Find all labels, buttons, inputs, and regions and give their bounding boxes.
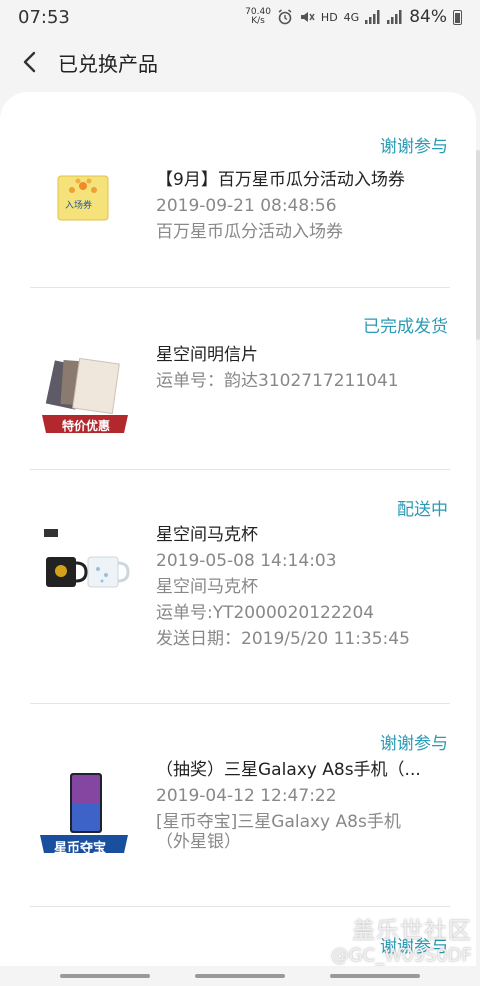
hd-label: HD: [320, 10, 338, 24]
nav-recents-button[interactable]: [60, 974, 150, 978]
signal-icon-2: [387, 10, 402, 24]
status-bar: 07:53 70.40 K/s HD 4G 84%: [0, 0, 480, 34]
watermark: 盖乐世社区 @GC_W09S0DF: [331, 911, 472, 966]
status-icons: 70.40 K/s HD 4G 84%: [245, 7, 462, 27]
product-title: 星空间明信片: [156, 345, 258, 365]
watermark-brand: 盖乐世社区: [352, 918, 472, 944]
order-description: 星空间马克杯: [156, 577, 258, 597]
product-title: 【9月】百万星币瓜分活动入场券: [156, 170, 405, 190]
navigation-bar: [0, 966, 480, 986]
order-item[interactable]: 谢谢参与 入场券 【9月】百万星币瓜分活动入场券 2019-09-21 08:4…: [30, 92, 450, 288]
network-type-label: 4G: [343, 10, 360, 24]
order-status: 谢谢参与: [380, 137, 448, 157]
nav-home-button[interactable]: [195, 974, 285, 978]
order-info: 星空间明信片 运单号：韵达3102717211041: [156, 342, 450, 394]
order-info: （抽奖）三星Galaxy A8s手机（... 2019-04-12 12:47:…: [156, 757, 450, 855]
mug-image: [44, 529, 130, 588]
order-list[interactable]: 谢谢参与 入场券 【9月】百万星币瓜分活动入场券 2019-09-21 08:4…: [0, 92, 476, 970]
ticket-label: 入场券: [65, 201, 93, 211]
promo-badge: 特价优惠: [62, 419, 111, 433]
product-thumbnail: 特价优惠: [40, 357, 130, 447]
product-thumbnail: 星币夺宝: [40, 769, 130, 859]
tracking-number: 运单号:YT2000020122204: [156, 603, 375, 623]
alarm-icon: [278, 9, 292, 25]
ship-date: 发送日期：2019/5/20 11:35:45: [156, 629, 410, 649]
status-time: 07:53: [18, 6, 70, 28]
order-status: 配送中: [397, 500, 448, 520]
order-time: 2019-05-08 14:14:03: [156, 551, 337, 571]
order-item[interactable]: 谢谢参与 星币夺宝 （抽奖）三星Galaxy A8s手机（... 2019-04…: [30, 703, 450, 907]
chevron-left-icon: [23, 51, 36, 73]
promo-badge: 星币夺宝: [54, 841, 107, 856]
order-status: 谢谢参与: [380, 734, 448, 754]
product-thumbnail: 入场券: [50, 162, 122, 234]
product-thumbnail: [40, 529, 136, 599]
watermark-user: @GC_W09S0DF: [330, 945, 472, 966]
product-title: （抽奖）三星Galaxy A8s手机（...: [156, 760, 421, 780]
battery-percent: 84%: [409, 7, 447, 27]
order-time: 2019-09-21 08:48:56: [156, 196, 337, 216]
page-title: 已兑换产品: [58, 51, 158, 76]
tracking-number: 运单号：韵达3102717211041: [156, 371, 399, 391]
order-description: 百万星币瓜分活动入场券: [156, 222, 343, 242]
battery-icon: [453, 9, 462, 25]
signal-icon: [365, 10, 380, 24]
top-bar: 已兑换产品: [0, 34, 480, 90]
order-info: 星空间马克杯 2019-05-08 14:14:03 星空间马克杯 运单号:YT…: [156, 522, 450, 652]
net-speed-unit: K/s: [251, 16, 265, 26]
order-item[interactable]: 已完成发货 特价优惠 星空间明信片 运单号：韵达3102717211041: [30, 287, 450, 470]
mute-icon: [300, 12, 315, 22]
scrollbar[interactable]: [476, 150, 480, 340]
nav-back-button[interactable]: [330, 974, 420, 978]
order-status: 已完成发货: [363, 317, 448, 337]
order-item[interactable]: 配送中 星空间马克杯 2019-05-08 14:14:03 星空间马克杯 运单…: [30, 469, 450, 704]
net-speed: 70.40 K/s: [245, 8, 271, 26]
back-button[interactable]: [0, 34, 58, 90]
order-time: 2019-04-12 12:47:22: [156, 786, 337, 806]
order-info: 【9月】百万星币瓜分活动入场券 2019-09-21 08:48:56 百万星币…: [156, 167, 450, 245]
product-title: 星空间马克杯: [156, 525, 258, 545]
